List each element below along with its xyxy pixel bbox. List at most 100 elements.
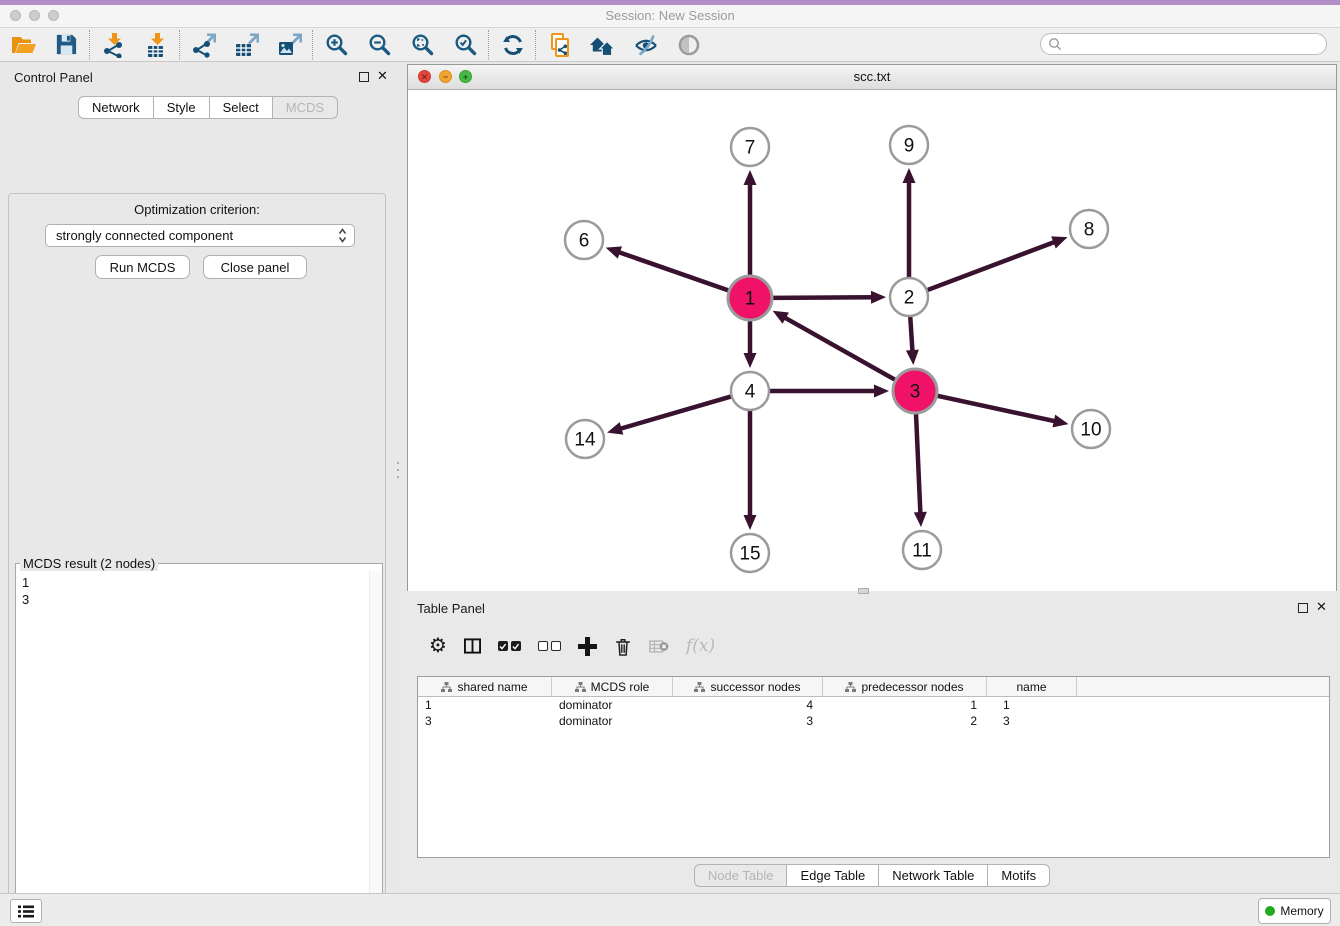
zoom-in-icon[interactable] [323, 31, 350, 58]
cell-shared-name[interactable]: 3 [418, 713, 552, 729]
select-all-rows-icon[interactable] [498, 641, 521, 651]
table-row[interactable]: 1 dominator 4 1 1 [418, 697, 1329, 713]
search-box[interactable] [1040, 33, 1327, 55]
deselect-all-rows-icon[interactable] [538, 641, 561, 651]
search-input[interactable] [1062, 34, 1326, 54]
cell-mcds-role[interactable]: dominator [552, 713, 673, 729]
graph-edge-arrowhead [1051, 236, 1067, 248]
graph-node-label-4: 4 [745, 382, 756, 403]
home-hierarchy-icon[interactable] [589, 31, 616, 58]
graph-edge-arrowhead [914, 512, 927, 527]
vertical-splitter-handle[interactable] [397, 462, 400, 478]
graph-edge-arrowhead [744, 515, 757, 530]
duplicate-network-icon[interactable] [546, 31, 573, 58]
tab-edge-table[interactable]: Edge Table [787, 864, 879, 887]
toggle-columns-icon[interactable] [464, 638, 481, 654]
graph-node-label-11: 11 [912, 541, 932, 562]
graph-node-label-3: 3 [910, 382, 921, 403]
graph-edge-2-8[interactable] [928, 241, 1057, 290]
table-panel-close-icon[interactable]: ✕ [1316, 600, 1327, 614]
export-table-icon[interactable] [233, 31, 260, 58]
mcds-result-list[interactable]: 1 3 [16, 571, 382, 926]
cell-name[interactable]: 1 [987, 697, 1077, 713]
tab-node-table[interactable]: Node Table [694, 864, 788, 887]
graph-node-label-1: 1 [745, 289, 756, 310]
selected-criterion: strongly connected component [46, 228, 338, 243]
refresh-layout-icon[interactable] [499, 31, 526, 58]
column-type-icon [845, 682, 856, 692]
table-settings-icon[interactable]: ⚙ [429, 636, 447, 656]
zoom-fit-icon[interactable] [409, 31, 436, 58]
table-panel-title: Table Panel [417, 601, 485, 616]
graph-edge-1-6[interactable] [616, 251, 728, 290]
tab-motifs[interactable]: Motifs [988, 864, 1050, 887]
graph-edge-1-2[interactable] [773, 297, 875, 298]
app-window: Session: New Session [0, 0, 1340, 926]
import-table-icon[interactable] [143, 31, 170, 58]
graph-node-label-15: 15 [739, 544, 760, 565]
cell-predecessor-nodes[interactable]: 2 [823, 713, 987, 729]
memory-button[interactable]: Memory [1258, 898, 1331, 924]
graph-edge-3-11[interactable] [916, 414, 920, 516]
cell-name[interactable]: 3 [987, 713, 1077, 729]
cell-successor-nodes[interactable]: 3 [673, 713, 823, 729]
column-header-successor-nodes[interactable]: successor nodes [673, 677, 823, 696]
cell-shared-name[interactable]: 1 [418, 697, 552, 713]
graph-node-label-7: 7 [745, 138, 756, 159]
task-history-button[interactable] [10, 899, 42, 923]
graph-edge-3-1[interactable] [782, 316, 895, 380]
close-panel-button[interactable]: Close panel [203, 255, 307, 279]
mcds-result-box: MCDS result (2 nodes) 1 3 [15, 556, 383, 926]
column-header-predecessor-nodes[interactable]: predecessor nodes [823, 677, 987, 696]
table-panel: Table Panel ✕ ⚙ f(x) [407, 595, 1337, 888]
export-image-icon[interactable] [276, 31, 303, 58]
run-mcds-button[interactable]: Run MCDS [95, 255, 190, 279]
graph-edge-2-3[interactable] [910, 317, 912, 354]
graph-edge-4-14[interactable] [618, 397, 731, 430]
optimization-criterion-select[interactable]: strongly connected component [45, 224, 355, 247]
zoom-selected-icon[interactable] [452, 31, 479, 58]
titlebar: Session: New Session [0, 5, 1340, 28]
show-graphics-details-icon[interactable] [675, 31, 702, 58]
column-header-mcds-role[interactable]: MCDS role [552, 677, 673, 696]
tab-network[interactable]: Network [78, 96, 154, 119]
result-scrollbar[interactable] [369, 571, 382, 926]
delete-table-icon[interactable] [649, 639, 669, 654]
open-session-icon[interactable] [10, 31, 37, 58]
add-row-icon[interactable] [578, 637, 597, 656]
network-window-titlebar[interactable]: ✕ − + scc.txt [408, 65, 1336, 90]
stepper-icon [338, 228, 347, 243]
column-header-shared-name[interactable]: shared name [418, 677, 552, 696]
cell-successor-nodes[interactable]: 4 [673, 697, 823, 713]
graph-edge-arrowhead [606, 246, 622, 258]
control-panel-close-icon[interactable]: ✕ [377, 69, 388, 83]
function-builder-icon[interactable]: f(x) [686, 636, 715, 656]
search-icon [1048, 37, 1062, 51]
table-panel-float-icon[interactable] [1298, 603, 1308, 613]
graph-edge-3-10[interactable] [937, 396, 1057, 422]
tab-mcds[interactable]: MCDS [273, 96, 338, 119]
column-header-name[interactable]: name [987, 677, 1077, 696]
horizontal-splitter-handle[interactable] [858, 588, 869, 594]
delete-row-icon[interactable] [614, 636, 632, 657]
tab-select[interactable]: Select [210, 96, 273, 119]
graph-edge-arrowhead [607, 422, 623, 434]
cell-predecessor-nodes[interactable]: 1 [823, 697, 987, 713]
save-session-icon[interactable] [53, 31, 80, 58]
graph-node-label-6: 6 [579, 231, 590, 252]
control-panel: Control Panel ✕ Network Style Select MCD… [0, 64, 394, 888]
hide-graphics-details-icon[interactable] [632, 31, 659, 58]
network-canvas[interactable]: 1234678910111415 [408, 90, 1336, 591]
export-network-icon[interactable] [190, 31, 217, 58]
optimization-criterion-label: Optimization criterion: [9, 202, 385, 217]
cell-mcds-role[interactable]: dominator [552, 697, 673, 713]
import-network-icon[interactable] [100, 31, 127, 58]
mcds-result-item: 3 [22, 591, 376, 608]
toolbar-separator [488, 30, 490, 60]
table-row[interactable]: 3 dominator 3 2 3 [418, 713, 1329, 729]
zoom-out-icon[interactable] [366, 31, 393, 58]
tab-style[interactable]: Style [154, 96, 210, 119]
control-panel-float-icon[interactable] [359, 72, 369, 82]
tab-network-table[interactable]: Network Table [879, 864, 988, 887]
memory-label: Memory [1280, 904, 1323, 918]
